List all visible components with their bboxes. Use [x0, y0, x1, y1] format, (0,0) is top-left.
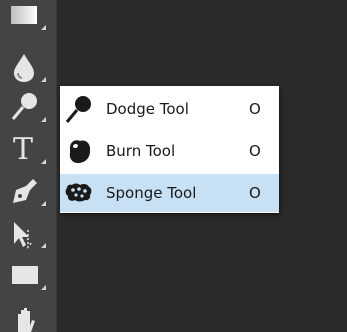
tool-hand[interactable]	[6, 300, 50, 332]
tool-group-indicator	[41, 159, 46, 164]
tool-group-indicator	[41, 243, 46, 248]
menu-item-dodge-tool[interactable]: Dodge Tool O	[60, 90, 279, 128]
menu-item-burn-tool[interactable]: Burn Tool O	[60, 132, 279, 170]
tool-path-selection[interactable]	[6, 214, 50, 250]
photo-editor-workspace: T Dodge Tool O Burn Tool O Sponge Tool O	[0, 0, 347, 332]
tool-group-indicator	[41, 285, 46, 290]
dodge-icon	[65, 96, 91, 123]
panel-divider	[56, 0, 57, 332]
tool-group-indicator	[41, 117, 46, 122]
sponge-icon	[65, 183, 92, 202]
toning-tools-flyout-menu: Dodge Tool O Burn Tool O Sponge Tool O	[60, 86, 279, 213]
menu-item-label: Burn Tool	[106, 142, 176, 160]
menu-item-shortcut: O	[249, 100, 261, 118]
tool-group-indicator	[41, 25, 46, 30]
tool-rectangle[interactable]	[6, 256, 50, 292]
menu-item-label: Sponge Tool	[106, 184, 197, 202]
tool-pen[interactable]	[6, 172, 50, 208]
burn-icon	[69, 140, 91, 163]
tools-panel: T	[0, 0, 56, 332]
menu-item-shortcut: O	[249, 142, 261, 160]
menu-item-sponge-tool[interactable]: Sponge Tool O	[60, 174, 279, 212]
tool-gradient[interactable]	[6, 0, 50, 32]
tool-group-indicator	[41, 77, 46, 82]
tool-dodge[interactable]	[6, 88, 50, 124]
hand-icon	[18, 308, 35, 332]
menu-item-shortcut: O	[249, 184, 261, 202]
tool-group-indicator	[41, 201, 46, 206]
tool-type[interactable]: T	[6, 130, 50, 166]
tool-blur[interactable]	[6, 48, 50, 84]
menu-item-label: Dodge Tool	[106, 100, 189, 118]
svg-text:T: T	[13, 132, 33, 166]
